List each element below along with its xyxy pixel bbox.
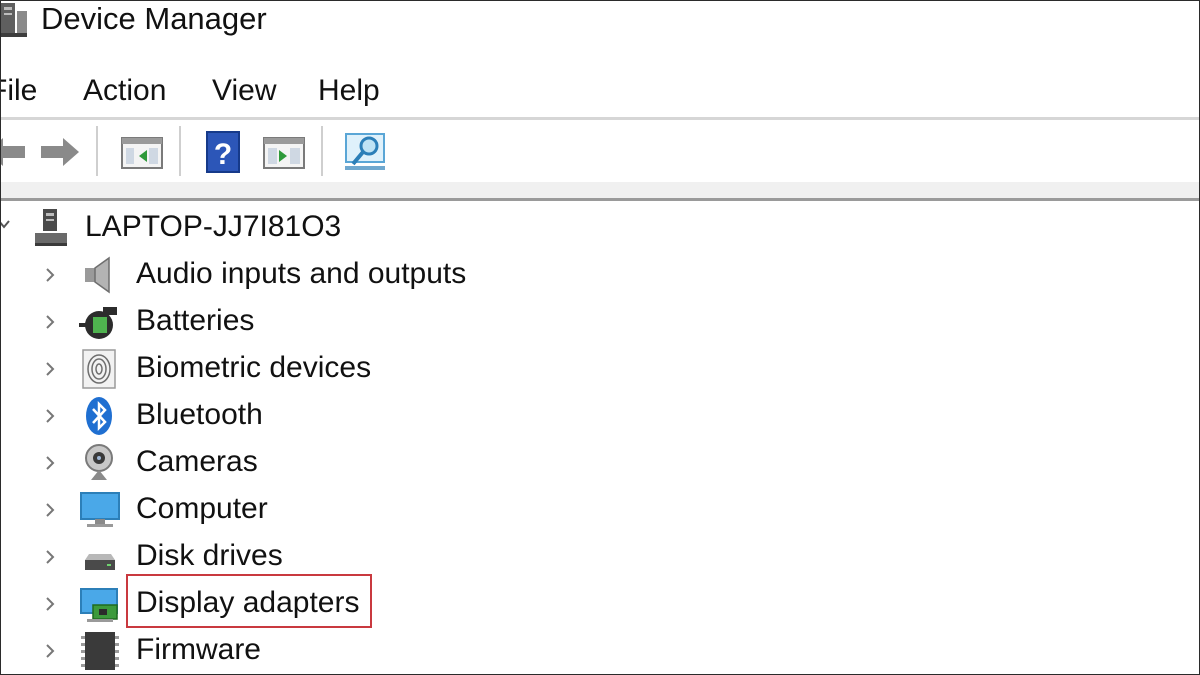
monitor-icon (80, 492, 120, 527)
device-manager-window: Device Manager File Action View Help ? (0, 0, 1200, 675)
chevron-right-icon[interactable] (43, 266, 57, 284)
menu-bar: File Action View Help (1, 69, 1199, 113)
tree-item-disk-drives[interactable]: Disk drives (1, 533, 1199, 580)
chevron-right-icon[interactable] (43, 407, 57, 425)
chip-icon (81, 632, 119, 670)
tree-item-label: Disk drives (136, 539, 283, 572)
help-icon[interactable]: ? (201, 130, 247, 174)
menu-help[interactable]: Help (318, 69, 380, 113)
toolbar-separator (321, 126, 323, 176)
chevron-right-icon[interactable] (43, 642, 57, 660)
chevron-down-icon[interactable] (0, 217, 11, 231)
highlight-annotation-box (126, 574, 372, 628)
tree-item-label: Firmware (136, 633, 261, 666)
tree-item-label: Computer (136, 492, 268, 525)
bluetooth-icon (86, 397, 112, 435)
help-glyph: ? (214, 138, 232, 171)
tree-root[interactable]: LAPTOP-JJ7I81O3 (1, 203, 1199, 251)
chevron-right-icon[interactable] (43, 548, 57, 566)
tree-item-audio[interactable]: Audio inputs and outputs (1, 251, 1199, 298)
tree-item-label: Batteries (136, 304, 255, 337)
chevron-right-icon[interactable] (43, 501, 57, 519)
computer-tower-icon (35, 209, 67, 246)
chevron-right-icon[interactable] (43, 595, 57, 613)
battery-plug-icon (79, 307, 117, 339)
tree-item-label: Biometric devices (136, 351, 372, 384)
show-hide-console-tree-icon[interactable] (119, 130, 165, 174)
chevron-right-icon[interactable] (43, 313, 57, 331)
toolbar-bottom-border (1, 182, 1199, 201)
scan-hardware-changes-icon[interactable] (343, 130, 389, 174)
menu-view[interactable]: View (212, 69, 276, 113)
device-tree: LAPTOP-JJ7I81O3 Audio inputs and outputs (1, 203, 1199, 674)
tree-item-bluetooth[interactable]: Bluetooth (1, 392, 1199, 439)
toolbar-separator (96, 126, 98, 176)
tree-item-label: Cameras (136, 445, 258, 478)
toolbar-separator (179, 126, 181, 176)
chevron-right-icon[interactable] (43, 454, 57, 472)
tree-item-cameras[interactable]: Cameras (1, 439, 1199, 486)
computer-name: LAPTOP-JJ7I81O3 (85, 210, 342, 243)
display-adapter-icon (80, 588, 118, 622)
properties-pane-icon[interactable] (261, 130, 307, 174)
menu-file[interactable]: File (1, 69, 37, 113)
menu-action[interactable]: Action (83, 69, 166, 113)
back-arrow-icon[interactable] (0, 130, 29, 174)
tree-item-computer[interactable]: Computer (1, 486, 1199, 533)
disk-drive-icon (85, 554, 115, 570)
tree-item-display-adapters[interactable]: Display adapters (1, 574, 1199, 628)
forward-arrow-icon[interactable] (37, 130, 83, 174)
fingerprint-icon (82, 349, 116, 389)
tree-item-biometric[interactable]: Biometric devices (1, 345, 1199, 392)
title-bar: Device Manager (1, 1, 1199, 45)
webcam-icon (85, 444, 113, 480)
device-manager-icon (1, 3, 27, 37)
chevron-right-icon[interactable] (43, 360, 57, 378)
speaker-icon (85, 256, 110, 294)
tree-item-firmware[interactable]: Firmware (1, 627, 1199, 674)
tree-item-label: Audio inputs and outputs (136, 257, 467, 290)
tree-item-label: Bluetooth (136, 398, 263, 431)
tree-item-batteries[interactable]: Batteries (1, 298, 1199, 345)
toolbar: ? (1, 120, 1199, 182)
window-title: Device Manager (41, 1, 267, 36)
